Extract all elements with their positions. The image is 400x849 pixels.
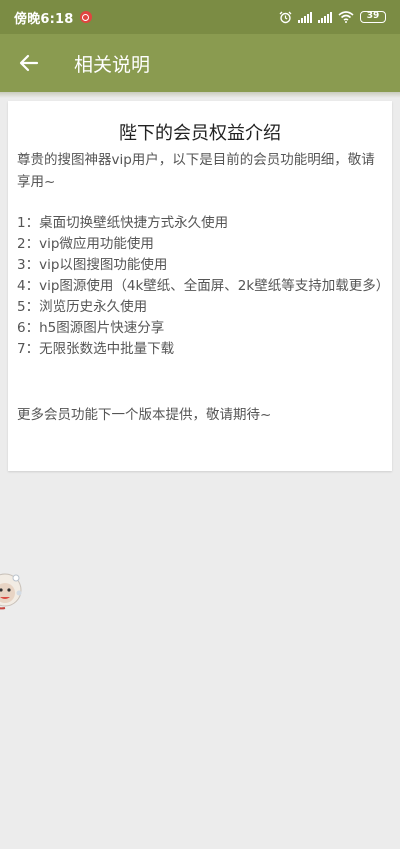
app-bar-shadow [0,92,400,98]
floating-assistant-button[interactable] [0,566,24,614]
footer-note: 更多会员功能下一个版本提供，敬请期待~ [17,407,272,423]
status-bar: 傍晚6:18 39 [0,0,400,34]
list-item: 6：h5图源图片快速分享 [17,320,165,336]
signal-hd-icon [298,11,312,23]
card-title: 陛下的会员权益介绍 [119,123,281,144]
list-item: 2：vip微应用功能使用 [17,236,154,252]
page-title: 相关说明 [74,53,151,76]
status-icons: 39 [279,11,386,24]
back-button[interactable] [0,34,58,92]
battery-icon: 39 [360,11,386,23]
intro-text: 尊贵的搜图神器vip用户，以下是目前的会员功能明细，敬请享用~ [17,152,375,190]
benefit-list: 1：桌面切换壁纸快捷方式永久使用 2：vip微应用功能使用 3：vip以图搜图功… [17,213,390,360]
wifi-icon [338,11,354,23]
app-bar: 相关说明 [0,34,400,92]
mascot-icon [0,573,22,610]
list-item: 7：无限张数选中批量下载 [17,341,175,357]
membership-card: 陛下的会员权益介绍 尊贵的搜图神器vip用户，以下是目前的会员功能明细，敬请享用… [8,101,392,471]
list-item: 1：桌面切换壁纸快捷方式永久使用 [17,215,229,231]
notification-icon [79,11,92,23]
status-time: 傍晚6:18 [14,11,74,27]
alarm-icon [279,11,292,23]
list-item: 4：vip图源使用（4k壁纸、全面屏、2k壁纸等支持加载更多） [17,278,390,294]
list-item: 5：浏览历史永久使用 [17,299,148,315]
signal-icon [318,11,332,23]
arrow-left-icon [19,54,39,72]
list-item: 3：vip以图搜图功能使用 [17,257,168,273]
